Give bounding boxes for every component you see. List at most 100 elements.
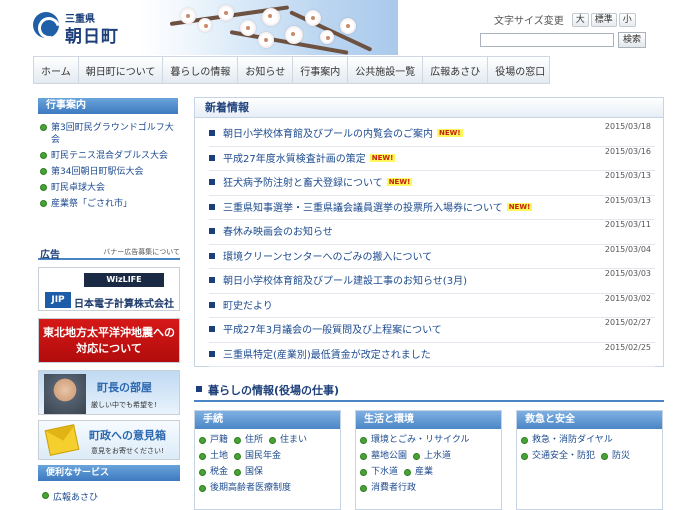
category-link[interactable]: 交通安全・防犯 bbox=[521, 451, 595, 462]
news-title[interactable]: 朝日小学校体育館及びプールの内覧会のご案内 NEW! bbox=[223, 125, 463, 140]
category-heading: 救急と安全 bbox=[517, 411, 662, 429]
category-link[interactable]: 防災 bbox=[601, 451, 630, 462]
green-bullet-icon bbox=[404, 469, 412, 476]
header-blossom-photo bbox=[140, 0, 398, 55]
nav-about-town[interactable]: 朝日町について bbox=[79, 57, 164, 83]
green-bullet-icon bbox=[42, 492, 49, 499]
category-link[interactable]: 救急・消防ダイヤル bbox=[521, 435, 613, 446]
event-link[interactable]: 第34回朝日町駅伝大会 bbox=[38, 166, 180, 178]
square-bullet-icon bbox=[209, 350, 215, 357]
green-bullet-icon bbox=[360, 485, 367, 492]
category-link[interactable]: 上水道 bbox=[413, 451, 451, 462]
earthquake-response-banner[interactable]: 東北地方太平洋沖地震への対応について bbox=[38, 318, 180, 363]
category-emergency-safety: 救急と安全救急・消防ダイヤル 交通安全・防犯 防災 bbox=[516, 410, 663, 510]
news-title[interactable]: 環境クリーンセンターへのごみの搬入について bbox=[223, 248, 432, 263]
opinion-box-subtitle: 意見をお寄せください! bbox=[91, 447, 164, 455]
nav-living-info[interactable]: 暮らしの情報 bbox=[163, 57, 239, 83]
event-link[interactable]: 町民テニス混合ダブルス大会 bbox=[38, 150, 180, 162]
news-date: 2015/03/16 bbox=[604, 146, 651, 156]
news-title[interactable]: 朝日小学校体育館及びプール建設工事のお知らせ(3月) bbox=[223, 272, 467, 287]
opinion-box-title: 町政への意見箱 bbox=[89, 429, 166, 442]
mayor-room-subtitle: 厳しい中でも希望を! bbox=[91, 401, 157, 409]
category-link[interactable]: 後期高齢者医療制度 bbox=[199, 483, 291, 494]
news-row[interactable]: 狂犬病予防注射と畜犬登録について NEW! 2015/03/13 bbox=[209, 171, 655, 196]
opinion-box-banner[interactable]: 町政への意見箱 意見をお寄せください! bbox=[38, 420, 180, 460]
category-link[interactable]: 消費者行政 bbox=[360, 483, 416, 494]
ad-recruit-link[interactable]: バナー広告募集について bbox=[103, 247, 180, 257]
category-life-environment: 生活と環境環境とごみ・リサイクル 墓地公園 上水道下水道 産業消費者行政 bbox=[355, 410, 502, 510]
new-badge: NEW! bbox=[386, 178, 413, 186]
wizlife-ad-banner[interactable]: WizLIFE JIP 日本電子計算株式会社 bbox=[38, 267, 180, 311]
search-button[interactable]: 検索 bbox=[618, 32, 646, 48]
square-bullet-icon bbox=[209, 326, 215, 332]
wizlife-logo: WizLIFE bbox=[84, 273, 164, 287]
news-title[interactable]: 町史だより bbox=[223, 297, 273, 312]
nav-events[interactable]: 行事案内 bbox=[293, 57, 349, 83]
search-input[interactable] bbox=[480, 33, 614, 47]
events-heading: 行事案内 bbox=[38, 98, 178, 114]
ad-title: 広告 bbox=[40, 250, 60, 261]
category-heading: 生活と環境 bbox=[356, 411, 501, 429]
font-size-large-button[interactable]: 大 bbox=[571, 12, 589, 27]
new-badge: NEW! bbox=[437, 129, 463, 137]
news-row[interactable]: 平成27年度水質検査計画の策定 NEW! 2015/03/16 bbox=[209, 146, 655, 171]
font-size-controls: 文字サイズ変更 大 標準 小 bbox=[494, 12, 636, 27]
category-link[interactable]: 住所 bbox=[234, 435, 263, 446]
site-logo[interactable]: 三重県 朝日町 bbox=[33, 10, 133, 47]
mayor-room-banner[interactable]: 町長の部屋 厳しい中でも希望を! bbox=[38, 370, 180, 415]
category-link[interactable]: 墓地公園 bbox=[360, 451, 407, 462]
green-bullet-icon bbox=[360, 469, 367, 476]
green-bullet-icon bbox=[199, 437, 206, 444]
category-link[interactable]: 環境とごみ・リサイクル bbox=[360, 435, 470, 446]
category-link[interactable]: 産業 bbox=[404, 467, 433, 478]
event-link[interactable]: 産業祭「ごされ市」 bbox=[38, 198, 180, 210]
news-title[interactable]: 平成27年度水質検査計画の策定 NEW! bbox=[223, 150, 396, 165]
category-link[interactable]: 土地 bbox=[199, 451, 228, 462]
font-size-standard-button[interactable]: 標準 bbox=[590, 12, 617, 27]
logo-town-name: 朝日町 bbox=[65, 27, 119, 47]
news-row[interactable]: 平成27年3月議会の一般質問及び上程案について 2015/02/27 bbox=[209, 318, 655, 343]
news-row[interactable]: 町史だより 2015/03/02 bbox=[209, 294, 655, 318]
news-title[interactable]: 狂犬病予防注射と畜犬登録について NEW! bbox=[223, 174, 413, 189]
square-bullet-icon bbox=[209, 203, 215, 210]
events-list: 第3回町民グラウンドゴルフ大会 町民テニス混合ダブルス大会 第34回朝日町駅伝大… bbox=[38, 122, 180, 214]
category-link[interactable]: 国民年金 bbox=[234, 451, 281, 462]
news-row[interactable]: 環境クリーンセンターへのごみの搬入について 2015/03/04 bbox=[209, 244, 655, 269]
service-link[interactable]: 広報あさひ bbox=[40, 490, 98, 503]
news-row[interactable]: 朝日小学校体育館及びプール建設工事のお知らせ(3月) 2015/03/03 bbox=[209, 269, 655, 294]
news-row[interactable]: 朝日小学校体育館及びプールの内覧会のご案内 NEW! 2015/03/18 bbox=[209, 122, 655, 147]
news-title[interactable]: 三重県特定(産業別)最低賃金が改定されました bbox=[223, 346, 431, 361]
nav-home[interactable]: ホーム bbox=[34, 57, 79, 83]
mayor-photo bbox=[44, 374, 86, 414]
nav-office-window[interactable]: 役場の窓口 bbox=[488, 57, 552, 83]
category-link[interactable]: 税金 bbox=[199, 467, 228, 478]
news-title[interactable]: 三重県知事選挙・三重県議会議員選挙の投票所入場券について NEW! bbox=[223, 199, 533, 214]
nav-notices[interactable]: お知らせ bbox=[238, 57, 294, 83]
green-bullet-icon bbox=[601, 453, 609, 460]
nav-facilities[interactable]: 公共施設一覧 bbox=[348, 57, 424, 83]
nav-public-bulletin[interactable]: 広報あさひ bbox=[423, 57, 489, 83]
category-link[interactable]: 住まい bbox=[269, 435, 307, 446]
news-row[interactable]: 春休み映画会のお知らせ 2015/03/11 bbox=[209, 220, 655, 245]
news-date: 2015/03/13 bbox=[604, 171, 651, 180]
green-bullet-icon bbox=[234, 437, 242, 444]
category-link[interactable]: 戸籍 bbox=[199, 435, 228, 446]
category-link[interactable]: 下水道 bbox=[360, 467, 398, 478]
news-row[interactable]: 三重県知事選挙・三重県議会議員選挙の投票所入場券について NEW! 2015/03/… bbox=[209, 196, 655, 220]
news-date: 2015/03/04 bbox=[604, 244, 651, 254]
town-emblem-icon bbox=[33, 12, 59, 38]
news-row[interactable]: 三重県特定(産業別)最低賃金が改定されました 2015/02/25 bbox=[209, 342, 655, 367]
news-title[interactable]: 平成27年3月議会の一般質問及び上程案について bbox=[223, 321, 442, 336]
news-date: 2015/02/25 bbox=[604, 342, 651, 352]
green-bullet-icon bbox=[269, 437, 277, 444]
site-header: 三重県 朝日町 文字サイズ変更 大 標準 小 検索 bbox=[0, 0, 700, 55]
category-link[interactable]: 国保 bbox=[234, 467, 263, 478]
event-link[interactable]: 第3回町民グラウンドゴルフ大会 bbox=[38, 122, 180, 146]
news-title[interactable]: 春休み映画会のお知らせ bbox=[223, 223, 333, 238]
square-bullet-icon bbox=[209, 301, 215, 308]
category-heading: 手続 bbox=[195, 411, 340, 429]
news-list: 朝日小学校体育館及びプールの内覧会のご案内 NEW! 2015/03/18 平成27年… bbox=[195, 118, 663, 367]
event-link[interactable]: 町民卓球大会 bbox=[38, 182, 180, 194]
green-bullet-icon bbox=[521, 453, 528, 460]
font-size-small-button[interactable]: 小 bbox=[618, 12, 636, 27]
